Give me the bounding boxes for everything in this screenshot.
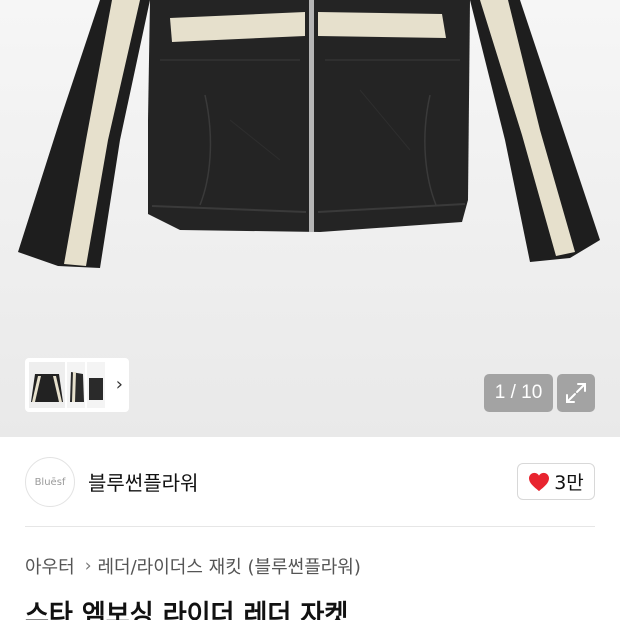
store-row: Bluēsf 블루썬플라워 3만 [0, 437, 620, 527]
store-logo[interactable]: Bluēsf [25, 457, 75, 507]
breadcrumb-category[interactable]: 아우터 [25, 553, 75, 579]
expand-button[interactable] [557, 374, 595, 412]
divider [25, 526, 595, 527]
heart-icon [529, 472, 550, 491]
like-button[interactable]: 3만 [517, 463, 595, 500]
breadcrumb: 아우터 › 레더/라이더스 재킷 (블루썬플라워) [25, 553, 361, 579]
chevron-right-icon[interactable]: › [116, 374, 123, 395]
thumbnail-images[interactable] [29, 362, 105, 408]
chevron-right-icon: › [84, 556, 92, 576]
thumbnail-strip[interactable]: › [25, 358, 129, 412]
breadcrumb-subcategory[interactable]: 레더/라이더스 재킷 (블루썬플라워) [98, 553, 361, 579]
product-image-gallery[interactable]: › 1 / 10 [0, 0, 620, 437]
image-counter: 1 / 10 [484, 374, 553, 412]
expand-icon [566, 383, 586, 403]
product-title: 스타 엠보싱 라이더 레더 자켓 [25, 600, 349, 620]
store-name[interactable]: 블루썬플라워 [88, 467, 198, 496]
like-count: 3만 [554, 472, 584, 494]
